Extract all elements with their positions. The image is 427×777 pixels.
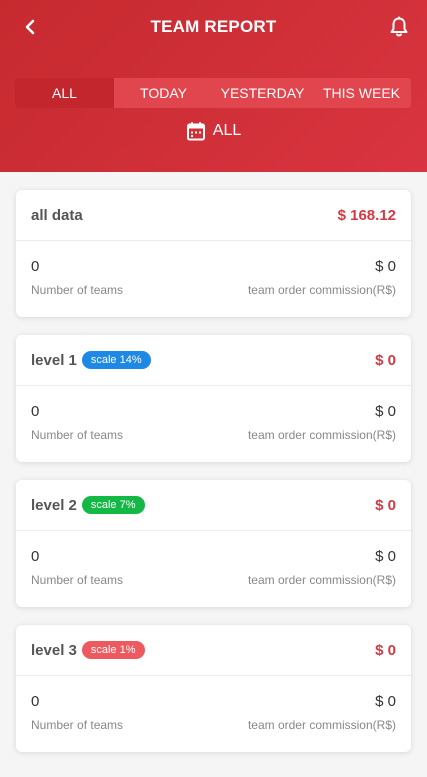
card-all-data: all data $ 168.12 0 $ 0 Number of teams … (16, 190, 411, 317)
card-amount: $ 0 (375, 351, 396, 369)
card-title: level 2 (31, 496, 77, 514)
card-title: level 1 (31, 351, 77, 369)
team-count-label: Number of teams (31, 283, 124, 297)
team-count-label: Number of teams (31, 573, 124, 587)
team-count-label: Number of teams (31, 718, 124, 732)
commission-label: team order commission(R$) (247, 428, 396, 442)
tab-this-week[interactable]: THIS WEEK (312, 78, 411, 108)
commission-value: $ 0 (375, 258, 396, 275)
card-amount: $ 0 (375, 496, 396, 514)
date-filter[interactable]: ALL (0, 118, 427, 144)
card-level-1: level 1 scale 14% $ 0 0 $ 0 Number of te… (16, 335, 411, 462)
team-count-value: 0 (31, 548, 40, 565)
date-filter-label: ALL (212, 122, 242, 139)
commission-label: team order commission(R$) (247, 718, 396, 732)
tab-yesterday[interactable]: YESTERDAY (213, 78, 312, 108)
page-title: TEAM REPORT (150, 17, 277, 36)
commission-value: $ 0 (375, 403, 396, 420)
team-count-value: 0 (31, 693, 40, 710)
team-count-value: 0 (31, 403, 40, 420)
calendar-icon (186, 122, 205, 141)
card-level-2: level 2 scale 7% $ 0 0 $ 0 Number of tea… (16, 480, 411, 607)
bell-icon (390, 16, 408, 37)
card-amount: $ 0 (375, 641, 396, 659)
card-level-3: level 3 scale 1% $ 0 0 $ 0 Number of tea… (16, 625, 411, 752)
commission-value: $ 0 (375, 693, 396, 710)
tab-today[interactable]: TODAY (114, 78, 213, 108)
team-count-label: Number of teams (31, 428, 124, 442)
card-amount: $ 168.12 (337, 206, 396, 224)
app-header: TEAM REPORT ALL TODAY YESTERDAY THIS WEE… (0, 0, 427, 172)
scale-badge: scale 1% (81, 641, 145, 659)
team-count-value: 0 (31, 258, 40, 275)
tab-all[interactable]: ALL (15, 78, 114, 108)
card-title: level 3 (31, 641, 77, 659)
scale-badge: scale 14% (81, 351, 151, 369)
notifications-button[interactable] (387, 14, 411, 40)
scale-badge: scale 7% (81, 496, 145, 514)
card-title: all data (31, 206, 83, 224)
commission-label: team order commission(R$) (247, 573, 396, 587)
commission-label: team order commission(R$) (247, 283, 396, 297)
period-tabs: ALL TODAY YESTERDAY THIS WEEK (15, 78, 411, 108)
commission-value: $ 0 (375, 548, 396, 565)
